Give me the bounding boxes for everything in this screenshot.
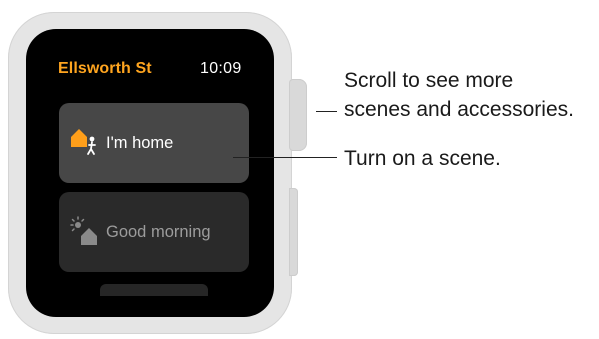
crown-leader-line: [316, 111, 337, 112]
scene-label: I'm home: [106, 134, 174, 152]
app-title: Ellsworth St: [58, 60, 152, 77]
scene-callout: Turn on a scene.: [344, 147, 501, 170]
scene-button-im-home[interactable]: I'm home: [59, 103, 249, 183]
digital-crown[interactable]: [289, 79, 307, 151]
scroll-callout-line1: Scroll to see more: [344, 69, 514, 92]
side-button[interactable]: [289, 188, 298, 276]
scene-label: Good morning: [106, 223, 211, 241]
sun-home-icon: [70, 216, 97, 245]
scene-button-good-morning[interactable]: Good morning: [59, 192, 249, 272]
scroll-callout-line2: scenes and accessories.: [344, 98, 574, 121]
watch-screen: Ellsworth St 10:09 I'm home Good morning: [26, 29, 274, 317]
clock-time: 10:09: [200, 60, 242, 77]
next-scene-peek: [100, 284, 208, 296]
home-person-icon: [71, 129, 96, 155]
scene-leader-line: [233, 157, 337, 158]
